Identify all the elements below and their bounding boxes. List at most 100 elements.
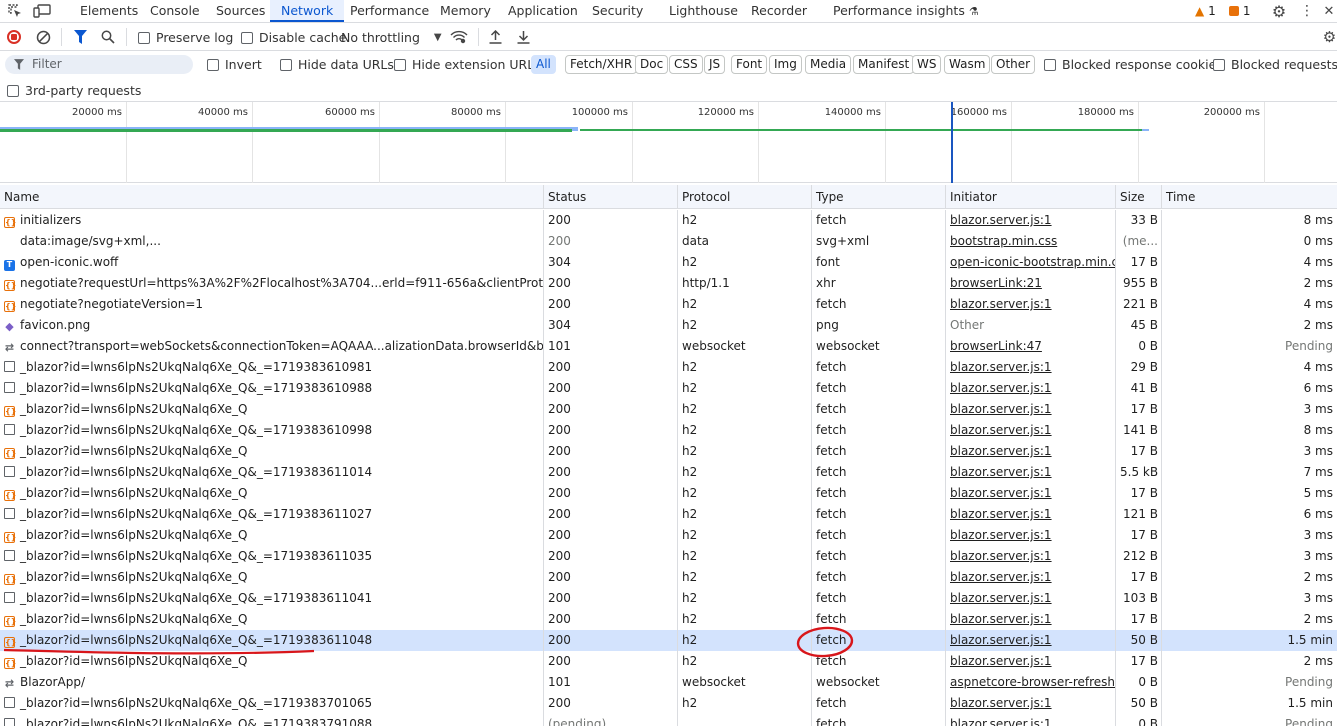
more-options-icon[interactable]: ⋮ bbox=[1300, 2, 1314, 20]
table-row[interactable]: {} _blazor?id=lwns6lpNs2UkqNalq6Xe_Q 200 h2… bbox=[0, 567, 1337, 588]
type-filter-ws[interactable]: WS bbox=[912, 55, 942, 74]
column-size[interactable]: Size bbox=[1115, 185, 1162, 209]
tab-performance[interactable]: Performance bbox=[350, 0, 429, 22]
filter-icon[interactable] bbox=[71, 28, 89, 46]
cell-initiator[interactable]: blazor.server.js:1 bbox=[945, 546, 1116, 567]
tab-console[interactable]: Console bbox=[150, 0, 200, 22]
cell-initiator[interactable]: blazor.server.js:1 bbox=[945, 357, 1116, 378]
blocked-requests-checkbox[interactable]: Blocked requests bbox=[1213, 57, 1337, 72]
warnings-counter[interactable]: ▲ 1 bbox=[1195, 4, 1216, 18]
clear-icon[interactable] bbox=[34, 28, 52, 46]
column-initiator[interactable]: Initiator bbox=[945, 185, 1116, 209]
table-row[interactable]: {} _blazor?id=lwns6lpNs2UkqNalq6Xe_Q 200 h2… bbox=[0, 441, 1337, 462]
network-settings-gear-icon[interactable]: ⚙ bbox=[1322, 28, 1337, 46]
throttling-select[interactable]: No throttling ▼ bbox=[341, 30, 442, 45]
cell-initiator[interactable]: blazor.server.js:1 bbox=[945, 378, 1116, 399]
type-filter-font[interactable]: Font bbox=[731, 55, 768, 74]
cell-initiator[interactable]: open-iconic-bootstrap.min.css bbox=[945, 252, 1116, 273]
tab-application[interactable]: Application bbox=[508, 0, 578, 22]
search-icon[interactable] bbox=[99, 28, 117, 46]
cell-initiator[interactable]: blazor.server.js:1 bbox=[945, 210, 1116, 231]
table-row[interactable]: _blazor?id=lwns6lpNs2UkqNalq6Xe_Q&_=1719… bbox=[0, 714, 1337, 726]
column-type[interactable]: Type bbox=[811, 185, 946, 209]
column-protocol[interactable]: Protocol bbox=[677, 185, 811, 209]
type-filter-media[interactable]: Media bbox=[805, 55, 852, 74]
type-filter-doc[interactable]: Doc bbox=[635, 55, 669, 74]
cell-initiator[interactable]: blazor.server.js:1 bbox=[945, 525, 1116, 546]
tab-elements[interactable]: Elements bbox=[80, 0, 138, 22]
type-filter-js[interactable]: JS bbox=[704, 55, 726, 74]
table-row-selected[interactable]: {} _blazor?id=lwns6lpNs2UkqNalq6Xe_Q&_=17… bbox=[0, 630, 1337, 651]
tab-performance-insights[interactable]: Performance insights ⚗ bbox=[833, 0, 979, 22]
network-overview-timeline[interactable]: 20000 ms 40000 ms 60000 ms 80000 ms 100000 m… bbox=[0, 102, 1337, 183]
cell-initiator[interactable]: blazor.server.js:1 bbox=[945, 693, 1116, 714]
column-status[interactable]: Status bbox=[543, 185, 678, 209]
type-filter-wasm[interactable]: Wasm bbox=[944, 55, 991, 74]
record-stop-icon[interactable] bbox=[7, 30, 21, 44]
cell-initiator[interactable]: blazor.server.js:1 bbox=[945, 651, 1116, 672]
table-row[interactable]: _blazor?id=lwns6lpNs2UkqNalq6Xe_Q&_=1719… bbox=[0, 504, 1337, 525]
close-icon[interactable]: ✕ bbox=[1322, 2, 1336, 20]
table-row[interactable]: {} initializers 200 h2 fetch blazor.server.js… bbox=[0, 210, 1337, 231]
column-time[interactable]: Time bbox=[1161, 185, 1337, 209]
cell-initiator[interactable]: blazor.server.js:1 bbox=[945, 294, 1116, 315]
table-row[interactable]: {} negotiate?requestUrl=https%3A%2F%2Floc… bbox=[0, 273, 1337, 294]
table-row[interactable]: _blazor?id=lwns6lpNs2UkqNalq6Xe_Q&_=1719… bbox=[0, 357, 1337, 378]
preserve-log-checkbox[interactable]: Preserve log bbox=[138, 30, 233, 45]
tab-sources[interactable]: Sources bbox=[216, 0, 265, 22]
type-filter-all[interactable]: All bbox=[531, 55, 556, 74]
table-row[interactable]: {} _blazor?id=lwns6lpNs2UkqNalq6Xe_Q 200 h2… bbox=[0, 609, 1337, 630]
table-row[interactable]: ⇄ connect?transport=webSockets&connection… bbox=[0, 336, 1337, 357]
tab-security[interactable]: Security bbox=[592, 0, 643, 22]
table-row[interactable]: _blazor?id=lwns6lpNs2UkqNalq6Xe_Q&_=1719… bbox=[0, 693, 1337, 714]
inspect-element-icon[interactable] bbox=[6, 2, 24, 20]
cell-initiator[interactable]: blazor.server.js:1 bbox=[945, 504, 1116, 525]
network-conditions-icon[interactable] bbox=[449, 28, 469, 46]
table-row[interactable]: _blazor?id=lwns6lpNs2UkqNalq6Xe_Q&_=1719… bbox=[0, 546, 1337, 567]
table-row[interactable]: ◆ favicon.png 304 h2 png Other 45 B 2 ms bbox=[0, 315, 1337, 336]
cell-initiator[interactable]: blazor.server.js:1 bbox=[945, 420, 1116, 441]
blocked-response-cookies-checkbox[interactable]: Blocked response cookies bbox=[1044, 57, 1223, 72]
table-row[interactable]: {} negotiate?negotiateVersion=1 200 h2 fetch… bbox=[0, 294, 1337, 315]
table-row[interactable]: {} _blazor?id=lwns6lpNs2UkqNalq6Xe_Q 200 h2… bbox=[0, 483, 1337, 504]
type-filter-manifest[interactable]: Manifest bbox=[853, 55, 915, 74]
type-filter-fetch-xhr[interactable]: Fetch/XHR bbox=[565, 55, 638, 74]
cell-initiator[interactable]: browserLink:21 bbox=[945, 273, 1116, 294]
hide-data-urls-checkbox[interactable]: Hide data URLs bbox=[280, 57, 394, 72]
tab-lighthouse[interactable]: Lighthouse bbox=[669, 0, 738, 22]
device-toolbar-icon[interactable] bbox=[33, 2, 51, 20]
table-row[interactable]: data:image/svg+xml,... 200 data svg+xml boot… bbox=[0, 231, 1337, 252]
table-row[interactable]: ⇄ BlazorApp/101 websocket websocket aspnetco… bbox=[0, 672, 1337, 693]
table-row[interactable]: {} _blazor?id=lwns6lpNs2UkqNalq6Xe_Q 200 h2… bbox=[0, 651, 1337, 672]
tab-network[interactable]: Network bbox=[270, 0, 345, 22]
cell-initiator[interactable]: blazor.server.js:1 bbox=[945, 483, 1116, 504]
cell-initiator[interactable]: bootstrap.min.css bbox=[945, 231, 1116, 252]
table-row[interactable]: _blazor?id=lwns6lpNs2UkqNalq6Xe_Q&_=1719… bbox=[0, 378, 1337, 399]
hide-extension-urls-checkbox[interactable]: Hide extension URLs bbox=[394, 57, 541, 72]
third-party-requests-checkbox[interactable]: 3rd-party requests bbox=[7, 83, 141, 98]
cell-initiator[interactable]: blazor.server.js:1 bbox=[945, 588, 1116, 609]
table-row[interactable]: {} _blazor?id=lwns6lpNs2UkqNalq6Xe_Q 200 h2… bbox=[0, 399, 1337, 420]
issues-counter[interactable]: 1 bbox=[1229, 4, 1250, 18]
gear-icon[interactable]: ⚙ bbox=[1270, 2, 1288, 21]
table-row[interactable]: _blazor?id=lwns6lpNs2UkqNalq6Xe_Q&_=1719… bbox=[0, 588, 1337, 609]
column-name[interactable]: Name bbox=[0, 185, 544, 209]
table-row[interactable]: _blazor?id=lwns6lpNs2UkqNalq6Xe_Q&_=1719… bbox=[0, 462, 1337, 483]
type-filter-css[interactable]: CSS bbox=[669, 55, 703, 74]
cell-initiator[interactable]: blazor.server.js:1 bbox=[945, 441, 1116, 462]
cell-initiator[interactable]: blazor.server.js:1 bbox=[945, 399, 1116, 420]
table-row[interactable]: _blazor?id=lwns6lpNs2UkqNalq6Xe_Q&_=1719… bbox=[0, 420, 1337, 441]
tab-memory[interactable]: Memory bbox=[440, 0, 491, 22]
type-filter-img[interactable]: Img bbox=[769, 55, 802, 74]
table-row[interactable]: {} _blazor?id=lwns6lpNs2UkqNalq6Xe_Q 200 h2… bbox=[0, 525, 1337, 546]
export-har-icon[interactable] bbox=[514, 28, 532, 46]
cell-initiator[interactable]: blazor.server.js:1 bbox=[945, 567, 1116, 588]
cell-initiator[interactable]: browserLink:47 bbox=[945, 336, 1116, 357]
invert-checkbox[interactable]: Invert bbox=[207, 57, 262, 72]
cell-initiator[interactable]: aspnetcore-browser-refresh.js:2 bbox=[945, 672, 1116, 693]
cell-initiator[interactable]: blazor.server.js:1 bbox=[945, 630, 1116, 651]
tab-recorder[interactable]: Recorder bbox=[751, 0, 807, 22]
filter-input[interactable]: Filter bbox=[5, 55, 193, 74]
cell-initiator[interactable]: Other bbox=[945, 315, 1116, 336]
disable-cache-checkbox[interactable]: Disable cache bbox=[241, 30, 346, 45]
